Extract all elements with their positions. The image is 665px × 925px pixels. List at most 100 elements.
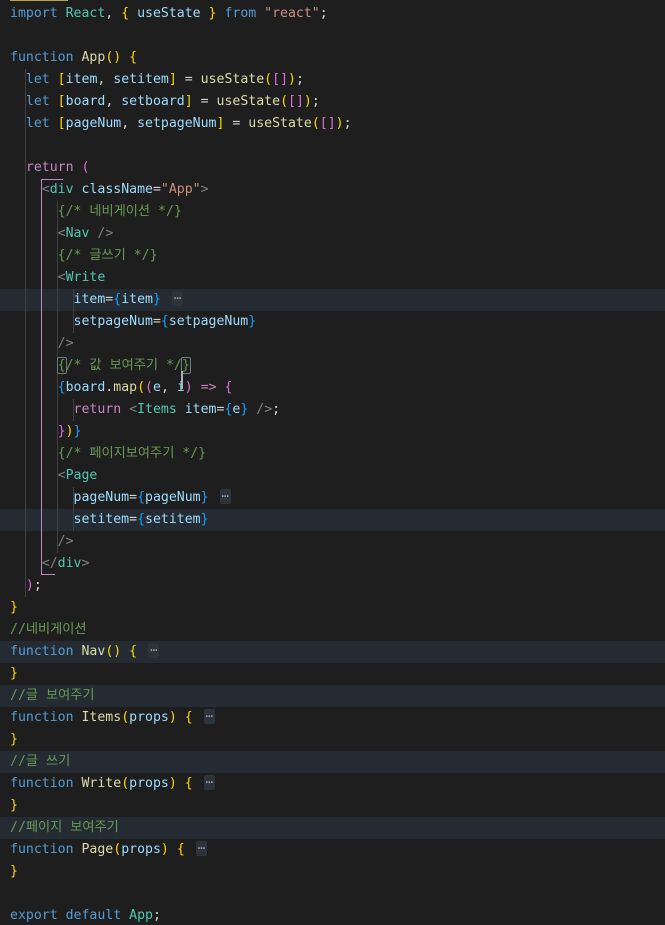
code-line[interactable] [0, 135, 665, 157]
code-line[interactable]: <div className="App"> [0, 179, 665, 201]
comment: {/* 글쓰기 */} [57, 248, 158, 263]
code-line-text: } [10, 666, 18, 681]
code-line-text [10, 28, 18, 43]
self-close: /> [97, 226, 114, 241]
code-line[interactable]: {/* 값 보여주기 */} [0, 355, 665, 389]
code-line-text: function App() { [10, 50, 137, 65]
brace-close: } [10, 864, 18, 879]
code-line[interactable]: <Page [0, 465, 665, 487]
brace-close: } [57, 424, 66, 439]
code-line[interactable]: item={item} ⋯ [0, 289, 665, 311]
code-line-text: //글 쓰기 [10, 754, 70, 769]
code-line[interactable]: //글 쓰기 [0, 751, 665, 773]
code-line-text: })} [10, 424, 82, 439]
code-line[interactable] [0, 883, 665, 905]
identifier-setboard: setboard [121, 94, 185, 109]
code-line[interactable]: {board.map((e, i) => { [0, 377, 665, 399]
fold-ellipsis-badge[interactable]: ⋯ [203, 775, 215, 790]
code-line[interactable]: //페이지 보여주기 [0, 817, 665, 839]
identifier-e: e [152, 380, 161, 395]
code-line-text: function Items(props) { ⋯ [10, 709, 215, 725]
editor-lines[interactable]: import React, { useState } from "react";… [0, 3, 665, 925]
code-line[interactable]: function Page(props) { ⋯ [0, 839, 665, 861]
comma: , [121, 116, 138, 131]
code-line[interactable]: } [0, 861, 665, 883]
code-line[interactable]: } [0, 597, 665, 619]
comment: //네비게이션 [10, 622, 87, 637]
code-line-text: {/* 글쓰기 */} [10, 248, 158, 263]
fold-ellipsis-badge[interactable]: ⋯ [148, 643, 160, 658]
code-line[interactable]: setitem={setitem} [0, 509, 665, 531]
paren-close: ) [25, 578, 34, 593]
code-line[interactable]: return <Items item={e} />; [0, 399, 665, 421]
code-line[interactable]: //네비게이션 [0, 619, 665, 641]
code-line[interactable]: pageNum={pageNum} ⋯ [0, 487, 665, 509]
angle-open: < [129, 402, 138, 417]
brace-open: { [57, 380, 66, 395]
equals: = [152, 314, 161, 329]
empty-line [10, 138, 18, 153]
code-line-text: } [10, 732, 18, 747]
paren-open: ( [81, 160, 90, 175]
code-line[interactable]: ); [0, 575, 665, 597]
keyword-function: function [10, 644, 74, 659]
code-line[interactable]: //글 보여주기 [0, 685, 665, 707]
code-line[interactable]: /> [0, 333, 665, 355]
brace-close: } [10, 798, 18, 813]
keyword-let: let [25, 116, 50, 131]
equals: = [176, 72, 201, 87]
code-line[interactable]: let [pageNum, setpageNum] = useState([])… [0, 113, 665, 135]
function-name-nav: Nav [81, 644, 106, 659]
code-line[interactable]: <Write [0, 267, 665, 289]
code-line[interactable]: let [item, setitem] = useState([]); [0, 69, 665, 91]
brace-open: { [176, 842, 185, 857]
code-line[interactable]: {/* 네비게이션 */} [0, 201, 665, 223]
code-line[interactable]: setpageNum={setpageNum} [0, 311, 665, 333]
code-line[interactable]: } [0, 729, 665, 751]
code-line[interactable]: /> [0, 531, 665, 553]
code-line[interactable]: <Nav /> [0, 223, 665, 245]
code-line[interactable]: } [0, 795, 665, 817]
code-line[interactable]: export default App; [0, 905, 665, 925]
code-line[interactable]: let [board, setboard] = useState([]); [0, 91, 665, 113]
code-line[interactable]: })} [0, 421, 665, 443]
code-line-text: //네비게이션 [10, 622, 87, 637]
code-line-text: </div> [10, 556, 90, 571]
fold-ellipsis-badge[interactable]: ⋯ [203, 709, 215, 724]
code-line[interactable]: } [0, 663, 665, 685]
bracket-open: [ [288, 94, 296, 109]
angle-close: > [200, 182, 209, 197]
function-name-app: App [81, 50, 106, 65]
code-line[interactable]: function Nav() { ⋯ [0, 641, 665, 663]
code-line[interactable]: </div> [0, 553, 665, 575]
paren-close: ) [160, 842, 169, 857]
code-line[interactable]: {/* 글쓰기 */} [0, 245, 665, 267]
code-line[interactable]: function Write(props) { ⋯ [0, 773, 665, 795]
code-line[interactable]: import React, { useState } from "react"; [0, 3, 665, 25]
code-line-text: {/* 페이지보여주기 */} [10, 446, 206, 461]
brace-close: } [152, 292, 161, 307]
code-line[interactable]: function App() { [0, 47, 665, 69]
code-line-text: let [item, setitem] = useState([]); [10, 72, 304, 87]
angle-open: < [57, 226, 66, 241]
code-line[interactable]: return ( [0, 157, 665, 179]
code-line[interactable]: {/* 페이지보여주기 */} [0, 443, 665, 465]
fold-ellipsis-badge[interactable]: ⋯ [171, 291, 184, 306]
comma: , [97, 72, 114, 87]
angle-open: < [57, 270, 66, 285]
code-editor[interactable]: import React, { useState } from "react";… [0, 0, 665, 925]
fold-ellipsis-badge[interactable]: ⋯ [195, 841, 207, 856]
attr-classname: className [81, 182, 153, 197]
code-line[interactable]: function Items(props) { ⋯ [0, 707, 665, 729]
fold-ellipsis-badge[interactable]: ⋯ [219, 489, 231, 504]
code-line-text: {/* 네비게이션 */} [10, 204, 182, 219]
code-line[interactable] [0, 25, 665, 47]
